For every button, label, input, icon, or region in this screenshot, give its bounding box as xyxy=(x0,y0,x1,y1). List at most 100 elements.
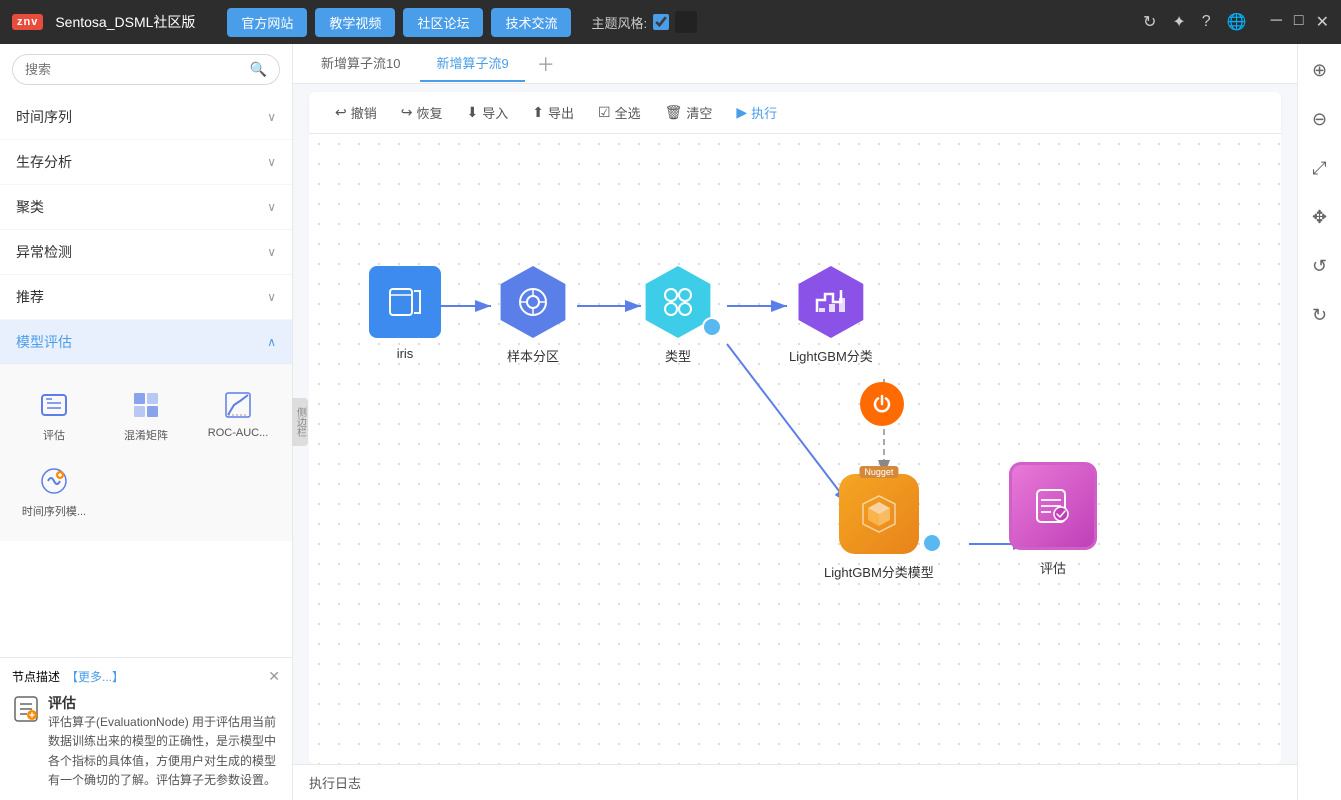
sidebar-item-anomaly[interactable]: 异常检测 ∨ xyxy=(0,230,292,275)
tab-bar: 新增算子流10 新增算子流9 ＋ xyxy=(293,44,1297,84)
maximize-button[interactable]: □ xyxy=(1294,12,1304,32)
bottom-log-bar[interactable]: 执行日志 xyxy=(293,764,1297,800)
import-button[interactable]: ⬇ 导入 xyxy=(457,98,519,127)
fit-icon[interactable]: ⤢ xyxy=(1308,154,1330,183)
power-button-node[interactable] xyxy=(860,382,904,426)
nugget-badge: Nugget xyxy=(859,466,898,478)
sidebar-item-label: 生存分析 xyxy=(16,152,72,172)
node-eval[interactable]: 评估 xyxy=(1009,462,1097,577)
undo-button[interactable]: ↩ 撤销 xyxy=(325,98,387,127)
sub-item-timeseries-model[interactable]: 时间序列模... xyxy=(12,457,96,525)
search-input[interactable] xyxy=(25,62,242,77)
sidebar-item-label: 异常检测 xyxy=(16,242,72,262)
chevron-down-icon: ∨ xyxy=(267,110,276,124)
eval-icon xyxy=(36,387,72,423)
clear-button[interactable]: 🗑 清空 xyxy=(655,98,723,127)
lightgbm-model-label: LightGBM分类模型 xyxy=(824,562,934,581)
select-all-button[interactable]: ☑ 全选 xyxy=(588,98,651,127)
lightgbm-cls-shape xyxy=(795,266,867,338)
nugget-connector xyxy=(922,533,942,553)
sidebar-menu: 时间序列 ∨ 生存分析 ∨ 聚类 ∨ 异常检测 ∨ 推荐 ∨ 模型评估 ∧ xyxy=(0,95,292,657)
export-icon: ⬆ xyxy=(532,104,544,121)
tab-flow-10[interactable]: 新增算子流10 xyxy=(305,45,416,82)
sub-item-roc[interactable]: ROC-AUC... xyxy=(196,381,280,449)
select-all-label: 全选 xyxy=(615,103,641,122)
export-button[interactable]: ⬆ 导出 xyxy=(522,98,584,127)
chevron-down-icon: ∨ xyxy=(267,200,276,214)
sidebar-item-clustering[interactable]: 聚类 ∨ xyxy=(0,185,292,230)
node-desc-header-label: 节点描述 xyxy=(12,668,60,685)
chevron-down-icon: ∨ xyxy=(267,245,276,259)
timeseries-icon xyxy=(36,463,72,499)
nav-official-site[interactable]: 官方网站 xyxy=(227,8,307,37)
chevron-up-icon: ∧ xyxy=(267,335,276,349)
node-desc-more-link[interactable]: 【更多...】 xyxy=(66,668,124,685)
node-type[interactable]: 类型 xyxy=(642,266,714,365)
titlebar-icons: ↻ ✦ ? 🌐 xyxy=(1143,12,1247,32)
redo-icon: ↪ xyxy=(401,104,413,121)
sub-item-roc-label: ROC-AUC... xyxy=(208,427,269,439)
node-desc-content: 评估 评估算子(EvaluationNode) 用于评估用当前数据训练出来的模型… xyxy=(48,693,280,790)
import-icon: ⬇ xyxy=(467,104,479,121)
close-button[interactable]: ✕ xyxy=(1316,12,1329,32)
theme-section: 主题风格: xyxy=(591,11,697,33)
nav-buttons: 官方网站 教学视频 社区论坛 技术交流 xyxy=(227,8,571,37)
node-lightgbm-model[interactable]: Nugget LightGBM分类模型 xyxy=(824,474,934,581)
canvas-area[interactable]: iris 样本分区 xyxy=(309,134,1281,764)
app-logo: znv xyxy=(12,14,43,30)
redo-button[interactable]: ↪ 恢复 xyxy=(391,98,453,127)
iris-label: iris xyxy=(397,346,414,361)
tab-add-button[interactable]: ＋ xyxy=(529,47,563,81)
theme-dark-box[interactable] xyxy=(675,11,697,33)
sidebar-item-time-series[interactable]: 时间序列 ∨ xyxy=(0,95,292,140)
sidebar-item-survival[interactable]: 生存分析 ∨ xyxy=(0,140,292,185)
eval-label: 评估 xyxy=(1040,558,1066,577)
execute-button[interactable]: ▶ 执行 xyxy=(726,98,787,127)
minimize-button[interactable]: ─ xyxy=(1271,12,1282,32)
bottom-log-label: 执行日志 xyxy=(309,773,361,792)
globe-icon[interactable]: 🌐 xyxy=(1227,12,1247,32)
chevron-down-icon: ∨ xyxy=(267,155,276,169)
zoom-in-icon[interactable]: ⊕ xyxy=(1308,56,1331,85)
refresh-icon[interactable]: ↻ xyxy=(1143,12,1156,32)
nav-community-forum[interactable]: 社区论坛 xyxy=(403,8,483,37)
node-lightgbm-cls[interactable]: LightGBM分类 xyxy=(789,266,873,365)
sidebar-item-label: 推荐 xyxy=(16,287,44,307)
trash-icon: 🗑 xyxy=(665,104,683,121)
sub-item-confusion[interactable]: 混淆矩阵 xyxy=(104,381,188,449)
window-controls: ─ □ ✕ xyxy=(1271,12,1329,32)
power-shape xyxy=(860,382,904,426)
sidebar-item-model-eval[interactable]: 模型评估 ∧ xyxy=(0,320,292,365)
reset-icon[interactable]: ↻ xyxy=(1308,301,1331,330)
settings-icon[interactable]: ✦ xyxy=(1172,12,1185,32)
help-icon[interactable]: ? xyxy=(1202,13,1211,31)
lightgbm-cls-label: LightGBM分类 xyxy=(789,346,873,365)
tab-flow-9[interactable]: 新增算子流9 xyxy=(420,45,524,82)
sub-item-eval[interactable]: 评估 xyxy=(12,381,96,449)
sidebar: 🔍 时间序列 ∨ 生存分析 ∨ 聚类 ∨ 异常检测 ∨ 推荐 ∨ xyxy=(0,44,293,800)
sidebar-item-label: 模型评估 xyxy=(16,332,72,352)
move-icon[interactable]: ✥ xyxy=(1308,203,1331,232)
titlebar: znv Sentosa_DSML社区版 官方网站 教学视频 社区论坛 技术交流 … xyxy=(0,0,1341,44)
undo-icon: ↩ xyxy=(335,104,347,121)
sidebar-item-label: 时间序列 xyxy=(16,107,72,127)
zoom-out-icon[interactable]: ⊖ xyxy=(1308,105,1331,134)
search-box[interactable]: 🔍 xyxy=(12,54,280,85)
confusion-icon xyxy=(128,387,164,423)
sidebar-item-recommend[interactable]: 推荐 ∨ xyxy=(0,275,292,320)
rotate-icon[interactable]: ↺ xyxy=(1308,252,1331,281)
nav-tutorial-video[interactable]: 教学视频 xyxy=(315,8,395,37)
node-desc-title-row: 节点描述 【更多...】 xyxy=(12,668,124,685)
node-desc-close-button[interactable]: ✕ xyxy=(268,668,280,685)
roc-icon xyxy=(220,387,256,423)
sidebar-toggle[interactable]: 侧边栏 xyxy=(292,398,308,446)
nav-tech-exchange[interactable]: 技术交流 xyxy=(491,8,571,37)
flow-arrows xyxy=(309,134,1281,764)
right-panel: ⊕ ⊖ ⤢ ✥ ↺ ↻ xyxy=(1297,44,1341,800)
theme-light-checkbox[interactable] xyxy=(653,14,669,30)
node-sample-partition[interactable]: 样本分区 xyxy=(497,266,569,365)
main-layout: 🔍 时间序列 ∨ 生存分析 ∨ 聚类 ∨ 异常检测 ∨ 推荐 ∨ xyxy=(0,44,1341,800)
node-iris[interactable]: iris xyxy=(369,266,441,361)
chevron-down-icon: ∨ xyxy=(267,290,276,304)
export-label: 导出 xyxy=(548,103,574,122)
